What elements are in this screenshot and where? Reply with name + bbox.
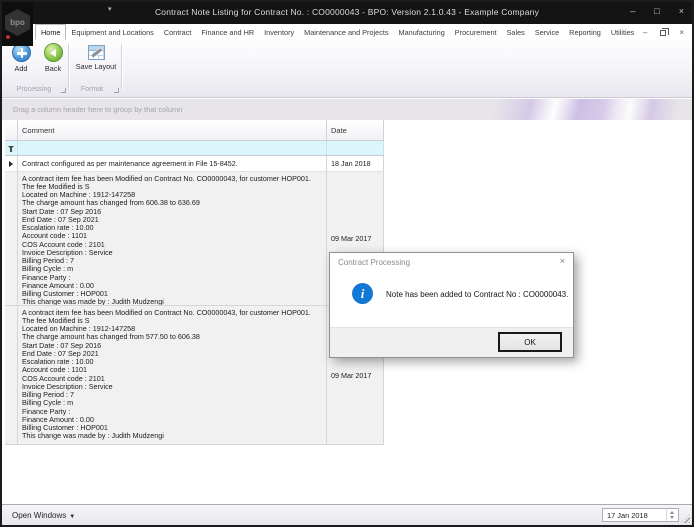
ribbon-tab-row: Home Equipment and Locations Contract Fi… bbox=[2, 24, 692, 40]
column-header-comment[interactable]: Comment bbox=[18, 120, 327, 141]
logo-red-dot bbox=[6, 35, 10, 39]
mdi-minimize-button[interactable]: – bbox=[643, 28, 647, 37]
focused-row-arrow-icon bbox=[9, 161, 13, 167]
dialog-message: Note has been added to Contract No : CO0… bbox=[386, 290, 569, 299]
back-icon bbox=[43, 43, 63, 62]
close-button[interactable]: × bbox=[679, 6, 684, 16]
tab-sales[interactable]: Sales bbox=[502, 24, 530, 40]
grid-header-row: Comment Date bbox=[5, 120, 384, 141]
dialog-close-icon[interactable]: × bbox=[560, 256, 565, 266]
table-row[interactable]: Contract configured as per maintenance a… bbox=[5, 156, 384, 172]
chevron-down-icon: ▼ bbox=[69, 514, 76, 520]
app-logo-button[interactable]: bpo bbox=[2, 2, 33, 46]
spin-up-icon[interactable] bbox=[670, 511, 674, 514]
app-window: Contract Note Listing for Contract No. :… bbox=[0, 0, 694, 527]
comment-cell: A contract item fee has been Modified on… bbox=[18, 306, 327, 444]
filter-funnel-icon bbox=[8, 146, 14, 152]
tab-maintenance-and-projects[interactable]: Maintenance and Projects bbox=[299, 24, 393, 40]
date-input[interactable] bbox=[603, 510, 663, 520]
auto-filter-row bbox=[5, 141, 384, 156]
tab-service[interactable]: Service bbox=[530, 24, 564, 40]
title-bar: Contract Note Listing for Contract No. :… bbox=[2, 2, 692, 24]
tab-manufacturing[interactable]: Manufacturing bbox=[394, 24, 450, 40]
add-button[interactable]: Add bbox=[6, 43, 36, 83]
comment-filter-cell[interactable] bbox=[18, 141, 327, 155]
minimize-button[interactable]: – bbox=[630, 6, 635, 16]
tab-utilities[interactable]: Utilities bbox=[606, 24, 640, 40]
maximize-button[interactable]: □ bbox=[654, 6, 659, 16]
format-dialog-launcher-icon[interactable] bbox=[114, 88, 119, 93]
group-panel-hint: Drag a column header here to group by th… bbox=[13, 105, 183, 114]
bpo-logo-icon: bpo bbox=[5, 9, 30, 36]
date-editor bbox=[602, 508, 679, 522]
tab-procurement[interactable]: Procurement bbox=[450, 24, 502, 40]
group-label-format: Format bbox=[80, 86, 104, 93]
tab-home[interactable]: Home bbox=[35, 24, 67, 40]
comment-cell: Contract configured as per maintenance a… bbox=[18, 156, 327, 171]
tab-reporting[interactable]: Reporting bbox=[564, 24, 606, 40]
date-cell: 18 Jan 2018 bbox=[327, 156, 384, 171]
decorative-swirl bbox=[392, 99, 692, 120]
mdi-restore-icon[interactable] bbox=[660, 27, 670, 36]
group-label-processing: Processing bbox=[16, 86, 52, 93]
quick-access-arrow-icon[interactable]: ▾ bbox=[108, 5, 112, 13]
open-windows-button[interactable]: Open Windows ▼ bbox=[12, 511, 75, 520]
indicator-header-cell bbox=[5, 120, 18, 141]
date-filter-cell[interactable] bbox=[327, 141, 384, 155]
table-row[interactable]: A contract item fee has been Modified on… bbox=[5, 172, 384, 306]
column-header-date[interactable]: Date bbox=[327, 120, 384, 141]
table-row[interactable]: A contract item fee has been Modified on… bbox=[5, 306, 384, 445]
row-indicator-cell bbox=[5, 156, 18, 171]
notes-grid: Comment Date Contract configured as per … bbox=[5, 120, 384, 445]
grid-group-panel[interactable]: Drag a column header here to group by th… bbox=[2, 98, 692, 120]
row-indicator-cell bbox=[5, 172, 18, 305]
contract-processing-dialog: Contract Processing × i Note has been ad… bbox=[329, 252, 574, 358]
tab-contract[interactable]: Contract bbox=[159, 24, 197, 40]
date-spinner[interactable] bbox=[666, 509, 677, 521]
save-layout-icon bbox=[87, 45, 105, 60]
ribbon-group-separator bbox=[121, 44, 122, 90]
resize-grip[interactable] bbox=[681, 514, 690, 523]
ribbon: Add Back Save Layout Processing Format bbox=[2, 40, 692, 98]
dialog-title: Contract Processing bbox=[338, 258, 411, 267]
processing-dialog-launcher-icon[interactable] bbox=[61, 88, 66, 93]
filter-indicator-cell bbox=[5, 141, 18, 155]
tab-inventory[interactable]: Inventory bbox=[259, 24, 299, 40]
comment-cell: A contract item fee has been Modified on… bbox=[18, 172, 327, 305]
tab-equipment-and-locations[interactable]: Equipment and Locations bbox=[66, 24, 158, 40]
status-bar: Open Windows ▼ bbox=[2, 504, 692, 525]
mdi-close-button[interactable]: × bbox=[679, 28, 684, 37]
tab-finance-and-hr[interactable]: Finance and HR bbox=[196, 24, 259, 40]
ok-button[interactable]: OK bbox=[498, 332, 562, 352]
dialog-footer: OK bbox=[330, 327, 573, 357]
ribbon-group-separator bbox=[68, 44, 69, 90]
info-icon: i bbox=[352, 283, 373, 304]
save-layout-button[interactable]: Save Layout bbox=[73, 43, 119, 83]
back-button[interactable]: Back bbox=[38, 43, 68, 83]
row-indicator-cell bbox=[5, 306, 18, 444]
window-title: Contract Note Listing for Contract No. :… bbox=[154, 7, 540, 17]
spin-down-icon[interactable] bbox=[670, 516, 674, 519]
